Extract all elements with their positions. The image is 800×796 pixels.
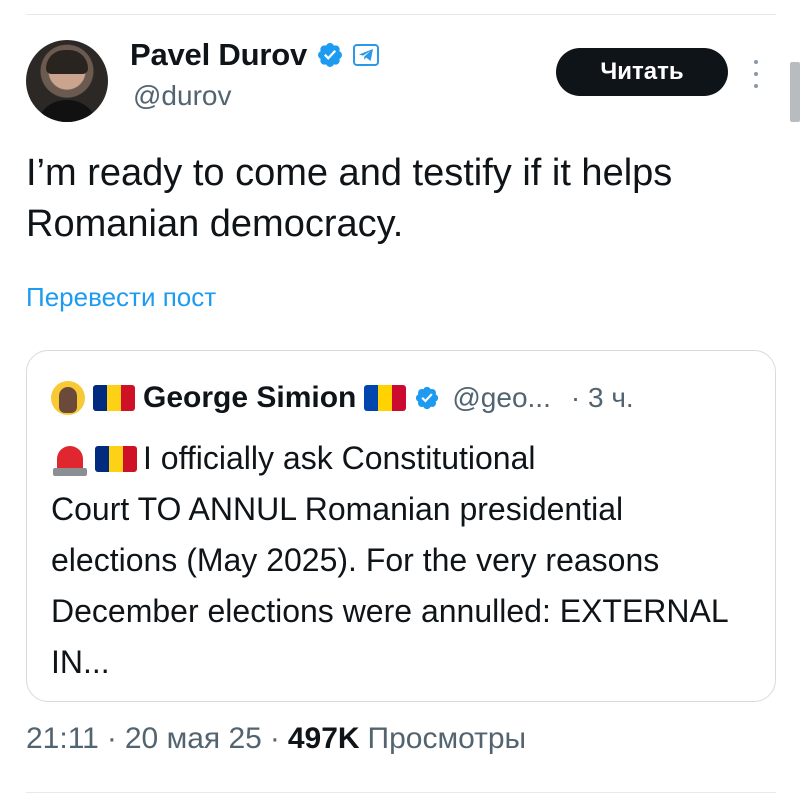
more-options-icon[interactable] <box>752 60 760 88</box>
meta-separator: · <box>106 722 117 755</box>
quote-author-handle[interactable]: @geo... <box>452 382 550 414</box>
top-divider <box>26 14 776 15</box>
moldova-flag-icon <box>364 385 407 411</box>
author-avatar[interactable] <box>26 40 108 122</box>
quote-timestamp[interactable]: · 3 ч. <box>571 382 634 414</box>
quote-text-rest: Court TO ANNUL Romanian presidential ele… <box>51 491 728 680</box>
siren-icon <box>51 442 89 476</box>
quote-avatar[interactable] <box>51 381 85 415</box>
verified-badge-icon <box>416 386 439 410</box>
tweet-time[interactable]: 21:11 <box>26 722 99 756</box>
author-name-row: Pavel Durov <box>130 34 379 76</box>
scrollbar[interactable] <box>790 62 800 122</box>
quoted-tweet-card[interactable]: George Simion @geo... · 3 ч. I officiall… <box>26 350 776 702</box>
verified-badge-icon <box>318 43 342 67</box>
bottom-divider <box>26 792 776 793</box>
tweet-text: I’m ready to come and testify if it help… <box>26 152 673 245</box>
quote-text: I officially ask Constitutional Court TO… <box>51 433 757 688</box>
quote-author-name[interactable]: George Simion <box>143 381 356 415</box>
quote-text-line1: I officially ask Constitutional <box>143 440 536 476</box>
meta-separator: · <box>269 722 280 755</box>
tweet-date[interactable]: 20 мая 25 <box>125 722 262 756</box>
author-name[interactable]: Pavel Durov <box>130 37 307 73</box>
romania-flag-icon <box>95 445 137 472</box>
quote-header: George Simion @geo... · 3 ч. <box>51 379 634 417</box>
follow-button[interactable]: Читать <box>556 48 728 96</box>
view-count: 497K <box>287 722 360 755</box>
translate-link[interactable]: Перевести пост <box>26 282 216 313</box>
romania-flag-icon <box>93 385 135 411</box>
telegram-icon <box>353 44 379 66</box>
tweet-meta: 21:11 · 20 мая 25 · 497K Просмотры <box>26 722 526 756</box>
views-label: Просмотры <box>367 722 527 755</box>
author-handle[interactable]: @durov <box>133 80 231 112</box>
